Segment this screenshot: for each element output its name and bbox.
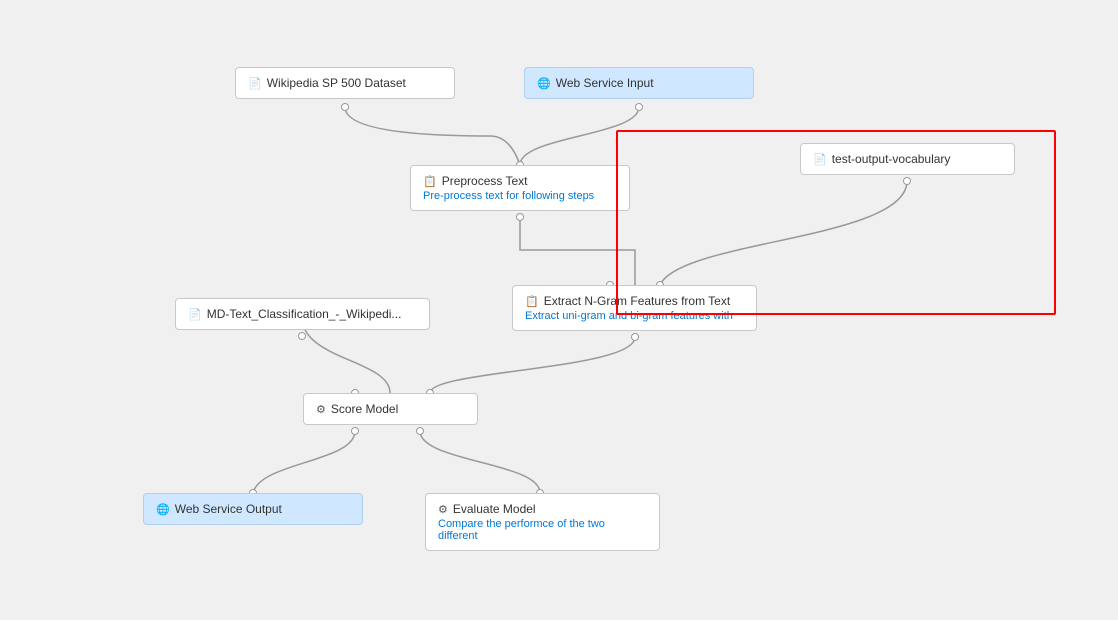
vocab-icon: 📄	[813, 153, 827, 166]
evaluate-icon: ⚙	[438, 503, 448, 516]
dot-webinput-bottom	[635, 103, 643, 111]
dot-preprocess-bottom	[516, 213, 524, 221]
node-web-service-output[interactable]: 🌐 Web Service Output	[143, 493, 363, 525]
node-wikipedia[interactable]: 📄 Wikipedia SP 500 Dataset	[235, 67, 455, 99]
score-icon: ⚙	[316, 403, 326, 416]
wikipedia-icon: 📄	[248, 77, 262, 90]
vocab-title: test-output-vocabulary	[832, 152, 951, 166]
evaluate-title: Evaluate Model	[453, 502, 536, 516]
dot-wikipedia-bottom	[341, 103, 349, 111]
ngram-subtitle: Extract uni-gram and bi-gram features wi…	[525, 310, 744, 322]
node-score-model[interactable]: ⚙ Score Model	[303, 393, 478, 425]
evaluate-subtitle: Compare the performce of the two differe…	[438, 518, 647, 542]
weboutput-title: Web Service Output	[175, 502, 282, 516]
weboutput-icon: 🌐	[156, 503, 170, 516]
node-md-text-classification[interactable]: 📄 MD-Text_Classification_-_Wikipedi...	[175, 298, 430, 330]
dot-score-bottom1	[351, 427, 359, 435]
wikipedia-title: Wikipedia SP 500 Dataset	[267, 76, 406, 90]
node-evaluate-model[interactable]: ⚙ Evaluate Model Compare the performce o…	[425, 493, 660, 551]
webinput-icon: 🌐	[537, 77, 551, 90]
ngram-title: Extract N-Gram Features from Text	[544, 294, 731, 308]
preprocess-title: Preprocess Text	[442, 174, 528, 188]
workflow-canvas[interactable]: 📄 Wikipedia SP 500 Dataset 🌐 Web Service…	[0, 0, 1118, 620]
ngram-icon: 📋	[525, 295, 539, 308]
score-title: Score Model	[331, 402, 398, 416]
preprocess-icon: 📋	[423, 175, 437, 188]
dot-score-bottom2	[416, 427, 424, 435]
dot-ngram-bottom	[631, 333, 639, 341]
preprocess-subtitle: Pre-process text for following steps	[423, 190, 617, 202]
node-preprocess-text[interactable]: 📋 Preprocess Text Pre-process text for f…	[410, 165, 630, 211]
webinput-title: Web Service Input	[556, 76, 654, 90]
mdtext-title: MD-Text_Classification_-_Wikipedi...	[207, 307, 402, 321]
dot-mdtext-bottom	[298, 332, 306, 340]
mdtext-icon: 📄	[188, 308, 202, 321]
dot-vocab-bottom	[903, 177, 911, 185]
node-web-service-input[interactable]: 🌐 Web Service Input	[524, 67, 754, 99]
node-extract-ngram[interactable]: 📋 Extract N-Gram Features from Text Extr…	[512, 285, 757, 331]
node-test-output-vocabulary[interactable]: 📄 test-output-vocabulary	[800, 143, 1015, 175]
